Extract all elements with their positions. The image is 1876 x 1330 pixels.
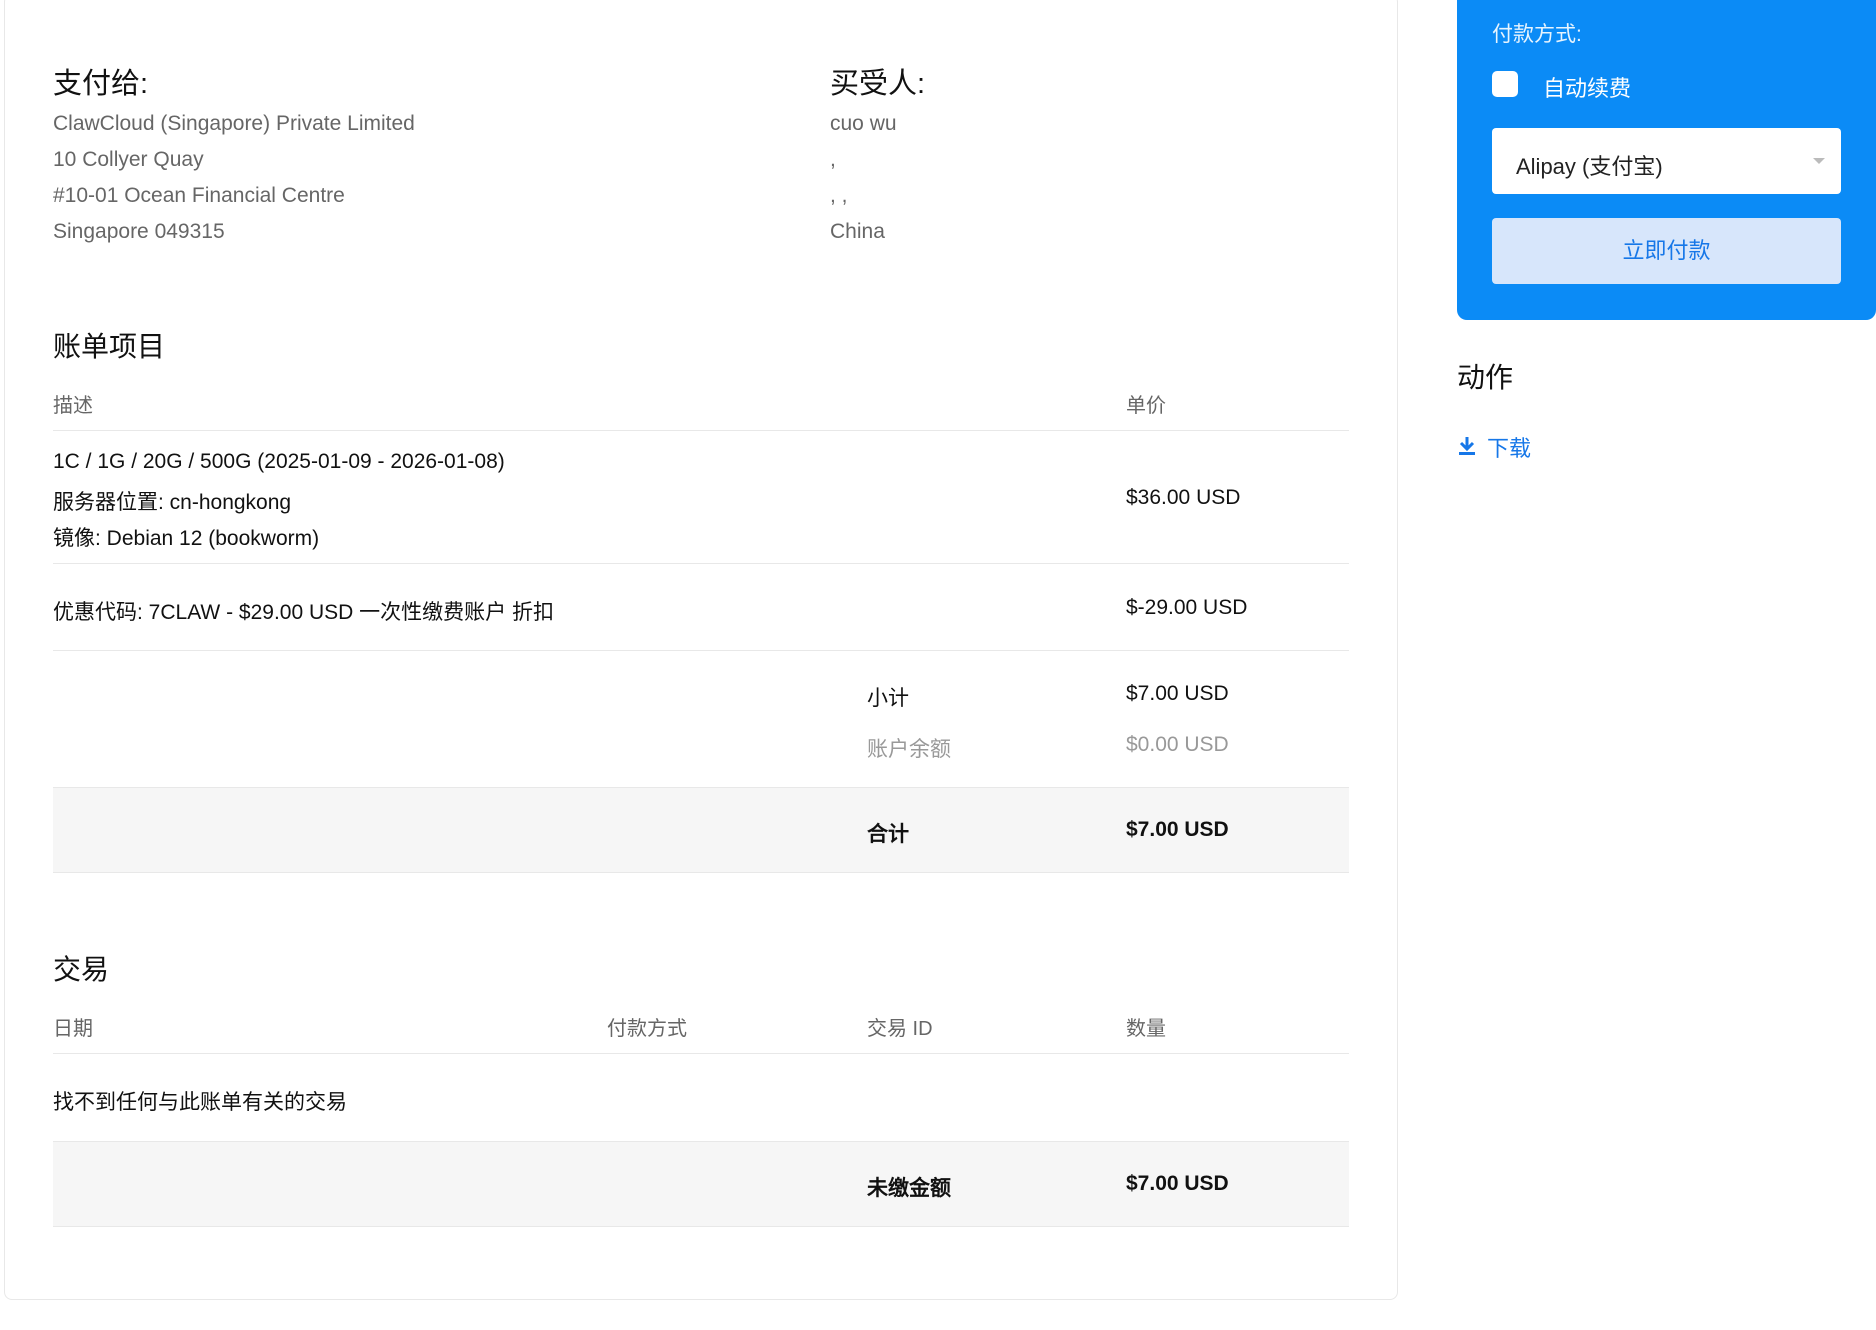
item-price: $36.00 USD xyxy=(1126,486,1241,509)
pay-to-line: 10 Collyer Quay xyxy=(53,148,204,171)
credit-label: 账户余额 xyxy=(867,738,951,761)
payment-method-value: Alipay (支付宝) xyxy=(1516,154,1663,179)
balance-label: 未缴金额 xyxy=(867,1177,951,1200)
invoice-items-title: 账单项目 xyxy=(53,331,166,362)
total-label: 合计 xyxy=(867,823,909,846)
buyer-line: cuo wu xyxy=(830,112,897,135)
buyer-line: , , xyxy=(830,184,848,207)
credit-value: $0.00 USD xyxy=(1126,733,1229,756)
divider xyxy=(53,650,1349,651)
balance-value: $7.00 USD xyxy=(1126,1172,1229,1195)
auto-renew-checkbox[interactable] xyxy=(1492,71,1518,97)
item-line: 1C / 1G / 20G / 500G (2025-01-09 - 2026-… xyxy=(53,450,505,473)
auto-renew-label[interactable]: 自动续费 xyxy=(1543,71,1631,103)
item-price: $-29.00 USD xyxy=(1126,596,1248,619)
item-line: 服务器位置: cn-hongkong xyxy=(53,491,292,514)
divider xyxy=(53,430,1349,431)
empty-transactions-text: 找不到任何与此账单有关的交易 xyxy=(53,1091,347,1114)
chevron-down-icon xyxy=(1813,158,1825,164)
item-line: 镜像: Debian 12 (bookworm) xyxy=(53,527,320,550)
buyer-heading: 买受人: xyxy=(830,68,926,100)
download-icon xyxy=(1459,437,1475,455)
payment-method-select[interactable]: Alipay (支付宝) xyxy=(1492,128,1841,194)
divider xyxy=(53,1053,1349,1054)
col-amount: 数量 xyxy=(1126,1018,1166,1040)
total-value: $7.00 USD xyxy=(1126,818,1229,841)
subtotal-label: 小计 xyxy=(867,687,909,710)
pay-now-button[interactable]: 立即付款 xyxy=(1492,218,1841,284)
pay-to-line: Singapore 049315 xyxy=(53,220,225,243)
buyer-line: , xyxy=(830,148,836,171)
col-description: 描述 xyxy=(53,395,93,417)
pay-to-heading: 支付给: xyxy=(53,68,149,100)
download-label: 下载 xyxy=(1487,436,1532,461)
transactions-title: 交易 xyxy=(53,954,110,985)
payment-method-label: 付款方式: xyxy=(1492,23,1582,46)
col-date: 日期 xyxy=(53,1018,93,1040)
payment-panel: 付款方式: 自动续费 Alipay (支付宝) 立即付款 xyxy=(1457,0,1876,320)
item-line: 优惠代码: 7CLAW - $29.00 USD 一次性缴费账户 折扣 xyxy=(53,601,554,624)
col-price: 单价 xyxy=(1126,395,1166,417)
pay-to-line: ClawCloud (Singapore) Private Limited xyxy=(53,112,415,135)
buyer-line: China xyxy=(830,220,885,243)
divider xyxy=(53,563,1349,564)
subtotal-value: $7.00 USD xyxy=(1126,682,1229,705)
actions-title: 动作 xyxy=(1457,362,1514,393)
col-method: 付款方式 xyxy=(607,1018,687,1040)
col-txn-id: 交易 ID xyxy=(867,1018,933,1040)
pay-to-line: #10-01 Ocean Financial Centre xyxy=(53,184,345,207)
